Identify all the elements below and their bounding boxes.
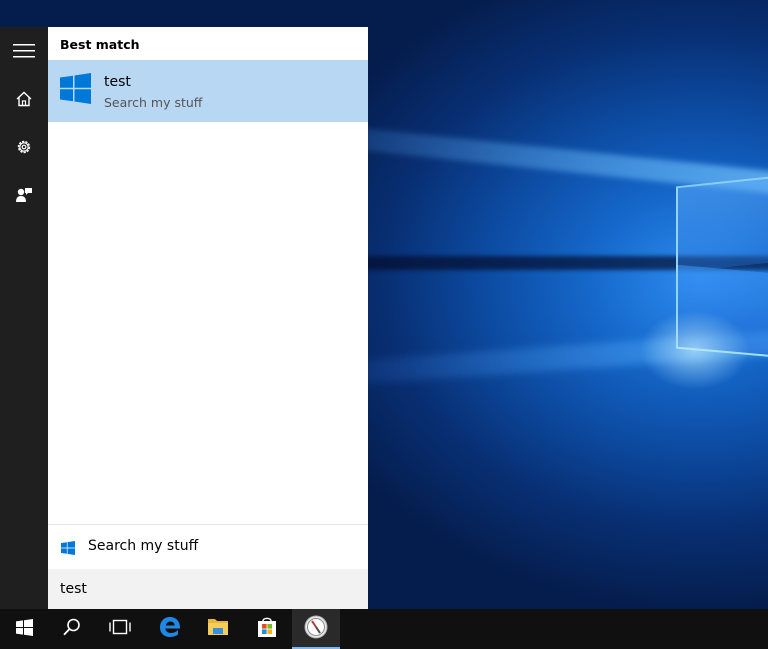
- best-match-title: test: [104, 74, 131, 90]
- taskbar-search-button[interactable]: [48, 609, 96, 649]
- best-match-result[interactable]: test Search my stuff: [48, 60, 368, 122]
- start-button[interactable]: [0, 609, 48, 649]
- task-view-icon: [109, 619, 131, 639]
- windows-logo-icon: [61, 540, 75, 555]
- search-box[interactable]: [48, 569, 368, 609]
- start-windows-icon: [15, 618, 33, 640]
- store-taskbar-button[interactable]: [243, 609, 291, 649]
- edge-browser-icon: [159, 616, 181, 642]
- search-icon: [63, 618, 81, 640]
- wallpaper-glow: [640, 310, 750, 390]
- feedback-icon[interactable]: [0, 171, 48, 219]
- home-icon[interactable]: [0, 75, 48, 123]
- search-my-stuff-label: Search my stuff: [88, 538, 199, 554]
- taskbar: [0, 609, 768, 649]
- search-panel: Best match test Search my stuff Search m…: [48, 27, 368, 609]
- best-match-header: Best match: [60, 37, 140, 52]
- hamburger-menu-icon[interactable]: [0, 27, 48, 75]
- gear-icon[interactable]: [0, 123, 48, 171]
- compass-app-taskbar-button[interactable]: [292, 609, 340, 649]
- best-match-subtitle: Search my stuff: [104, 95, 203, 110]
- wallpaper-window-pane: [676, 173, 768, 273]
- windows-logo-icon: [60, 73, 91, 104]
- start-rail: [0, 27, 48, 609]
- file-explorer-icon: [207, 617, 229, 641]
- search-input[interactable]: [48, 569, 360, 609]
- edge-taskbar-button[interactable]: [146, 609, 194, 649]
- compass-app-icon: [304, 615, 328, 643]
- task-view-button[interactable]: [96, 609, 144, 649]
- file-explorer-taskbar-button[interactable]: [194, 609, 242, 649]
- search-my-stuff-button[interactable]: Search my stuff: [48, 524, 368, 569]
- store-icon: [256, 616, 278, 642]
